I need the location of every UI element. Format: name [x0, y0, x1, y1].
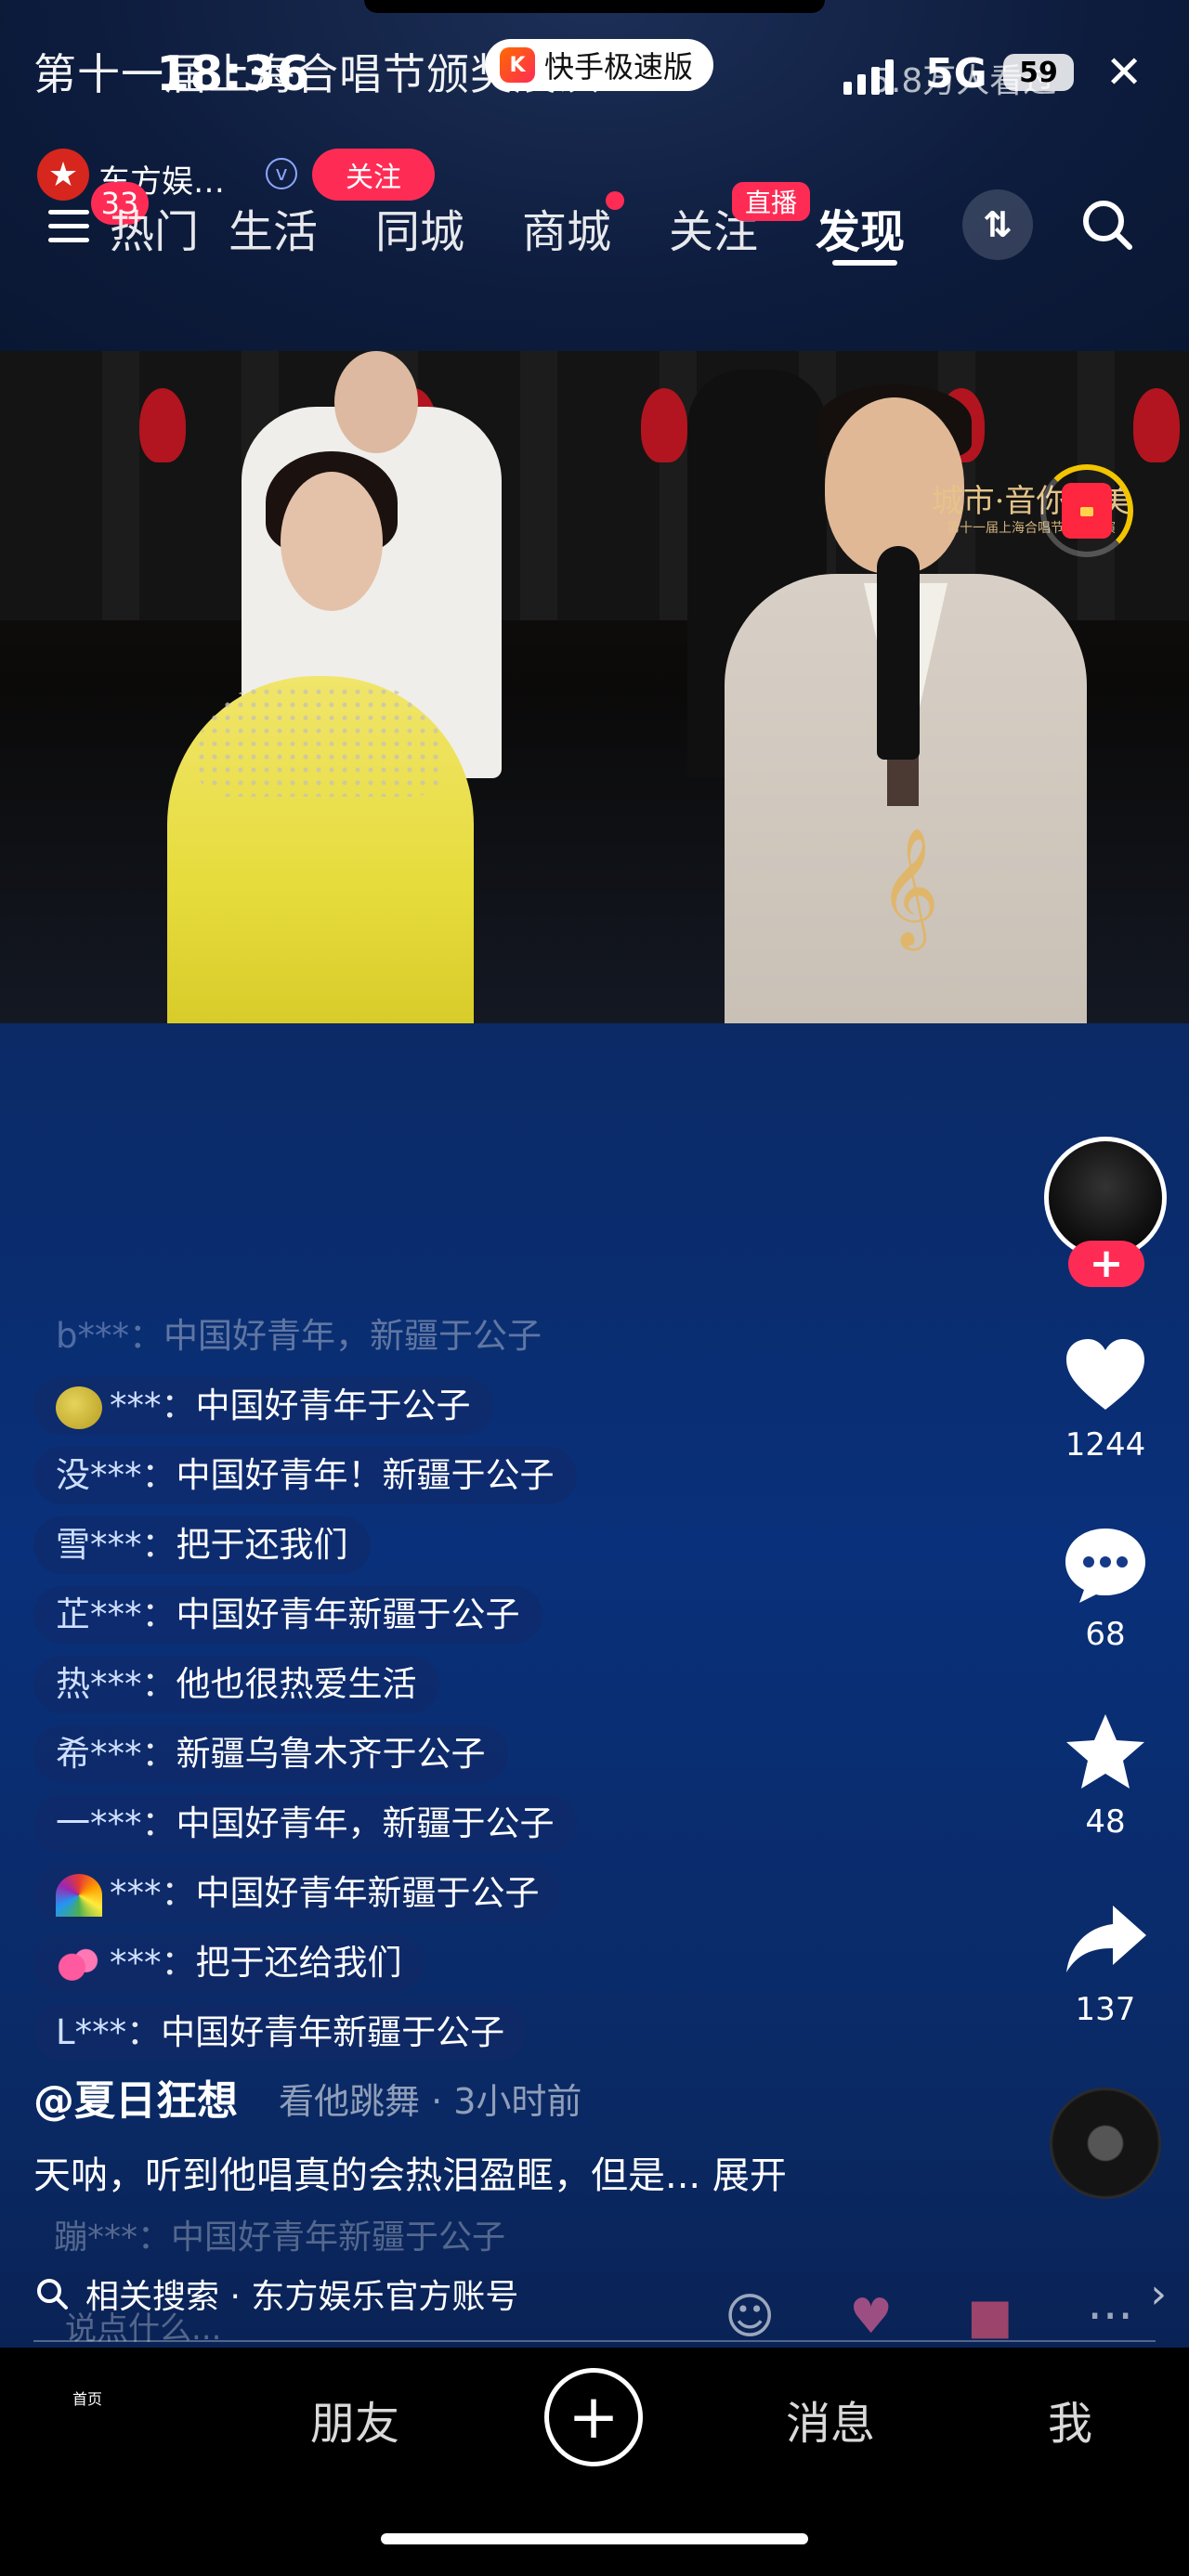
comment-item: 没***：中国好青年！新疆于公子	[33, 1447, 577, 1504]
comment-item: b***：中国好青年，新疆于公子	[56, 1316, 542, 1356]
tab-home[interactable]: 首页	[72, 2387, 102, 2409]
tab-messages[interactable]: 消息	[786, 2387, 875, 2452]
create-plus-button[interactable]: +	[544, 2368, 643, 2466]
tab-discover[interactable]: 发现	[816, 195, 905, 260]
tab-hot[interactable]: 热门	[110, 195, 199, 260]
comment-item: 芷***：中国好青年新疆于公子	[33, 1586, 542, 1644]
search-icon	[37, 2279, 68, 2309]
tab-mall[interactable]: 商城	[522, 195, 611, 260]
faded-comment: 蹦***：中国好青年新疆于公子	[54, 2218, 506, 2257]
battery-icon: 59	[1003, 54, 1074, 91]
share-arrow-icon	[1066, 1906, 1146, 1972]
close-icon[interactable]: ✕	[1105, 46, 1143, 98]
emoji-icon[interactable]: ☺	[725, 2289, 775, 2345]
tab-life[interactable]: 生活	[229, 195, 318, 260]
favorite-button[interactable]: 48	[1031, 1711, 1180, 1841]
red-packet-icon[interactable]	[1040, 464, 1133, 557]
share-button[interactable]: 137	[1031, 1898, 1180, 2028]
status-time: 18:36	[156, 46, 310, 102]
post-description[interactable]: 天呐，听到他唱真的会热泪盈眶，但是... 展开	[33, 2145, 787, 2199]
network-type: 5G	[925, 50, 987, 98]
comment-item: 雪***：把于还我们	[33, 1516, 371, 1574]
comment-item: ***：中国好青年新疆于公子	[33, 1865, 562, 1922]
more-icon[interactable]: ···	[1087, 2289, 1133, 2345]
tab-local[interactable]: 同城	[375, 195, 464, 260]
like-count: 1244	[1065, 1426, 1146, 1464]
video-player[interactable]: 𝄞	[0, 351, 1189, 1023]
comment-item: 一***：中国好青年，新疆于公子	[33, 1795, 577, 1853]
follow-host-button[interactable]: 关注	[312, 149, 435, 201]
divider	[33, 2340, 1156, 2342]
hearts-emoji-icon	[56, 1943, 102, 1986]
comment-item: ***：中国好青年于公子	[33, 1377, 493, 1435]
app-badge-label: 快手极速版	[544, 49, 694, 85]
lemon-emoji-icon	[56, 1386, 102, 1429]
tab-friends[interactable]: 朋友	[310, 2387, 399, 2452]
like-button[interactable]: 1244	[1031, 1334, 1180, 1464]
music-disc-icon[interactable]	[1050, 2088, 1161, 2199]
comment-item: 热***：他也很热爱生活	[33, 1656, 439, 1713]
favorite-count: 48	[1085, 1803, 1126, 1841]
switch-mode-icon[interactable]: ⇅	[962, 189, 1033, 260]
comment-item: 希***：新疆乌鲁木齐于公子	[33, 1725, 508, 1783]
signal-icon	[843, 56, 895, 95]
kuaishou-logo-icon: K	[500, 47, 535, 83]
app-badge[interactable]: K 快手极速版	[485, 39, 714, 91]
related-search-text: 相关搜索 · 东方娱乐官方账号	[85, 2278, 519, 2316]
share-count: 137	[1075, 1991, 1136, 2028]
comment-count: 68	[1085, 1616, 1126, 1653]
rainbow-emoji-icon	[56, 1873, 102, 1917]
star-icon	[1066, 1714, 1144, 1789]
live-comment-list: b***：中国好青年，新疆于公子 ***：中国好青年于公子 没***：中国好青年…	[33, 1308, 665, 2074]
heart-gift-icon[interactable]: ♥	[849, 2289, 893, 2345]
search-icon[interactable]	[1072, 189, 1143, 260]
home-indicator	[381, 2533, 808, 2544]
treble-clef-logo-icon: 𝄞	[879, 826, 940, 945]
follow-plus-icon[interactable]: +	[1068, 1241, 1144, 1287]
post-meta-overlay: 看他跳舞 · 3小时前	[279, 2081, 582, 2122]
live-badge: 直播	[732, 182, 811, 221]
verified-icon: v	[266, 158, 297, 189]
comment-icon	[1065, 1529, 1145, 1603]
tab-me[interactable]: 我	[1048, 2387, 1092, 2452]
comment-item: ***：把于还给我们	[33, 1934, 425, 1992]
comment-item: L***：中国好青年新疆于公子	[33, 2004, 528, 2062]
comment-button[interactable]: 68	[1031, 1523, 1180, 1653]
heart-icon	[1066, 1339, 1144, 1410]
active-tab-indicator	[832, 260, 897, 266]
mall-notification-dot	[606, 191, 624, 210]
battery-level: 59	[1019, 56, 1058, 89]
device-notch	[364, 0, 825, 13]
gift-icon[interactable]: ■	[967, 2289, 1013, 2345]
post-author[interactable]: @夏日狂想	[33, 2067, 238, 2127]
